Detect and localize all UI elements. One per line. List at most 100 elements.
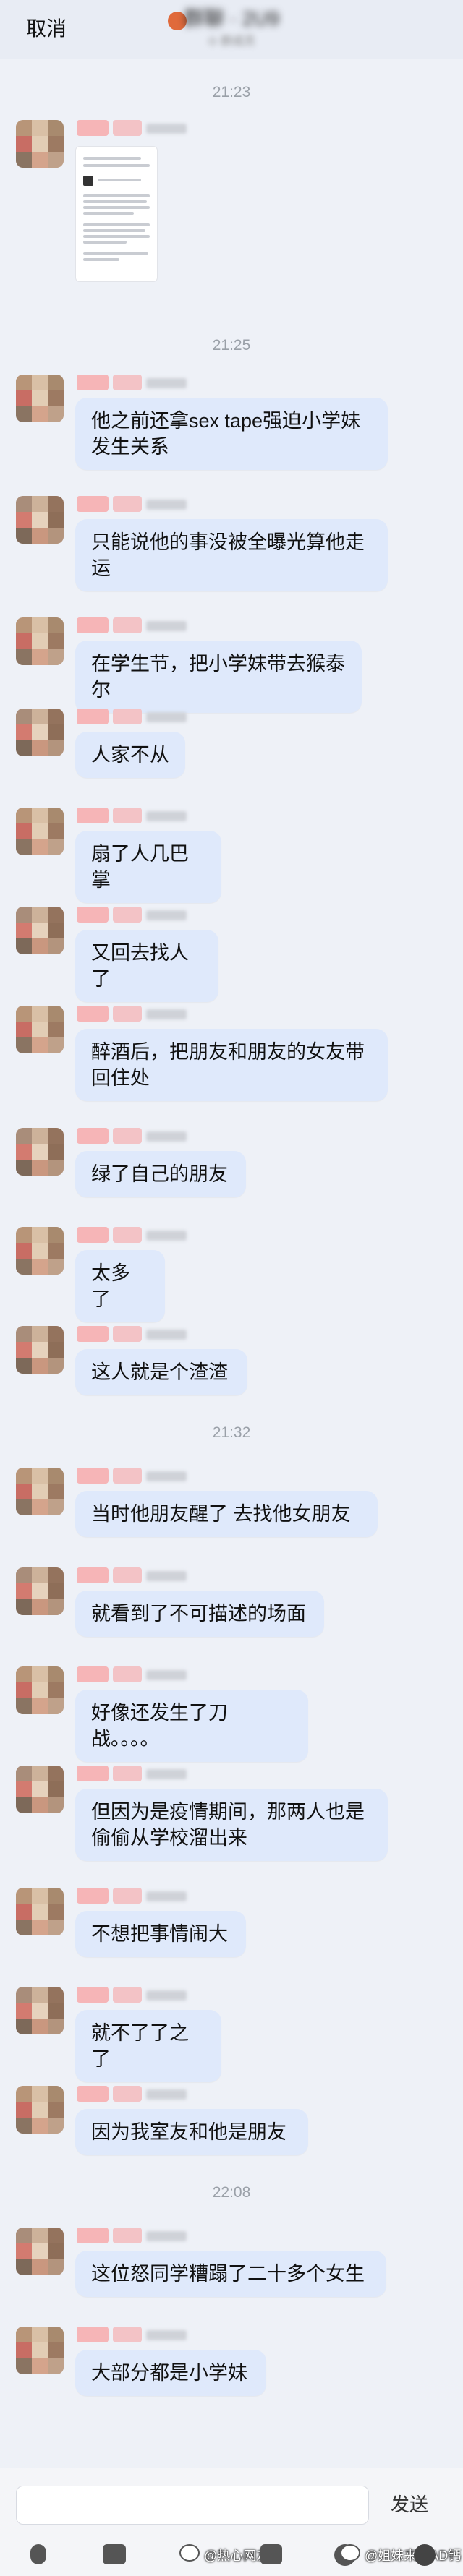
avatar[interactable] [16,907,64,954]
title-badge [113,1766,142,1781]
title-badge [113,1666,142,1682]
avatar[interactable] [16,496,64,544]
level-badge [77,1987,109,2003]
avatar[interactable] [16,1227,64,1275]
message-row: 绿了自己的朋友 [0,1128,463,1212]
message-bubble[interactable]: 就看到了不可描述的场面 [75,1591,324,1637]
message-row: 太多了 [0,1227,463,1322]
message-bubble[interactable]: 但因为是疫情期间，那两人也是偷偷从学校溜出来 [75,1789,388,1861]
message-bubble[interactable]: 大部分都是小学妹 [75,2350,266,2396]
title-badge [113,496,142,512]
level-badge [77,709,109,724]
sender-info [77,1326,187,1343]
sender-info [77,1567,187,1585]
message-bubble[interactable]: 他之前还拿sex tape强迫小学妹发生关系 [75,398,388,470]
message-bubble[interactable]: 扇了人几巴掌 [75,831,221,903]
plus-icon[interactable] [414,2544,436,2566]
sender-name [146,1990,187,2001]
message-row: 扇了人几巴掌 [0,808,463,903]
message-row: 这人就是个渣渣 [0,1326,463,1410]
avatar[interactable] [16,617,64,665]
message-bubble[interactable]: 这人就是个渣渣 [75,1349,247,1395]
avatar[interactable] [16,2327,64,2374]
message-bubble[interactable]: 当时他朋友醒了 去找他女朋友 [75,1491,378,1537]
avatar[interactable] [16,120,64,168]
message-bubble[interactable]: 不想把事情闹大 [75,1911,246,1957]
title-badge [113,120,142,136]
weibo-icon-right [340,2544,360,2562]
level-badge [77,808,109,823]
avatar[interactable] [16,1987,64,2034]
avatar[interactable] [16,1567,64,1615]
avatar[interactable] [16,808,64,855]
sender-info [77,1227,187,1244]
title-badge [113,907,142,923]
avatar[interactable] [16,1326,64,1374]
sender-info [77,808,187,825]
microphone-icon[interactable] [30,2544,46,2564]
avatar[interactable] [16,1006,64,1053]
sender-name [146,712,187,722]
sender-info [77,709,187,726]
timestamp: 22:08 [212,2184,251,2201]
cancel-button[interactable]: 取消 [26,16,67,42]
level-badge [77,907,109,923]
avatar[interactable] [16,2086,64,2134]
level-badge [77,2327,109,2342]
title-badge [113,1987,142,2003]
avatar[interactable] [16,1468,64,1515]
chat-header: 取消 群聊 · 2U9 ⊙ 群成员 [0,0,463,59]
avatar[interactable] [16,1666,64,1714]
sender-name [146,2089,187,2100]
avatar[interactable] [16,709,64,756]
message-row: 只能说他的事没被全曝光算他走运 [0,496,463,604]
title-badge [113,2086,142,2102]
sender-info [77,2327,187,2344]
chat-subtitle: ⊙ 群成员 [208,35,255,48]
message-row: 因为我室友和他是朋友 [0,2086,463,2170]
timestamp: 21:32 [212,1424,251,1441]
message-bubble[interactable]: 人家不从 [75,732,185,778]
message-input[interactable] [16,2486,369,2525]
level-badge [77,2086,109,2102]
level-badge [77,617,109,633]
sender-name [146,1131,187,1142]
avatar[interactable] [16,1766,64,1813]
avatar[interactable] [16,1128,64,1176]
avatar[interactable] [16,375,64,422]
avatar[interactable] [16,1888,64,1935]
message-row: 这位怒同学糟蹋了二十多个女生 [0,2228,463,2311]
sender-name [146,378,187,388]
message-bubble[interactable]: 好像还发生了刀战。。。。 [75,1690,308,1762]
level-badge [77,1766,109,1781]
image-icon[interactable] [103,2544,126,2564]
sender-name [146,1670,187,1680]
title-badge [113,709,142,724]
sender-name [146,1471,187,1481]
sender-name [146,1891,187,1901]
level-badge [77,120,109,136]
message-bubble[interactable]: 只能说他的事没被全曝光算他走运 [75,519,388,591]
sender-name [146,910,187,920]
message-bubble[interactable]: 又回去找人了 [75,930,218,1002]
sender-info [77,617,187,635]
title-badge [113,808,142,823]
avatar[interactable] [16,2228,64,2275]
sender-info [77,375,187,392]
message-bubble[interactable]: 因为我室友和他是朋友 [75,2109,308,2155]
message-bubble[interactable]: 在学生节，把小学妹带去猴泰尔 [75,641,362,713]
message-bubble[interactable]: 这位怒同学糟蹋了二十多个女生 [75,2251,386,2297]
message-bubble[interactable]: 醉酒后，把朋友和朋友的女友带回住处 [75,1029,388,1101]
message-bubble[interactable]: 就不了了之了 [75,2010,221,2082]
timestamp: 21:25 [212,337,251,354]
message-bubble[interactable]: 太多了 [75,1250,165,1322]
message-bubble[interactable]: 绿了自己的朋友 [75,1151,246,1197]
sender-name [146,621,187,631]
image-message[interactable] [75,146,158,282]
sender-info [77,2086,187,2103]
send-button[interactable]: 发送 [391,2490,428,2519]
file-icon[interactable] [260,2544,282,2564]
message-row: 他之前还拿sex tape强迫小学妹发生关系 [0,375,463,483]
title-badge [113,375,142,390]
message-row: 但因为是疫情期间，那两人也是偷偷从学校溜出来 [0,1766,463,1874]
